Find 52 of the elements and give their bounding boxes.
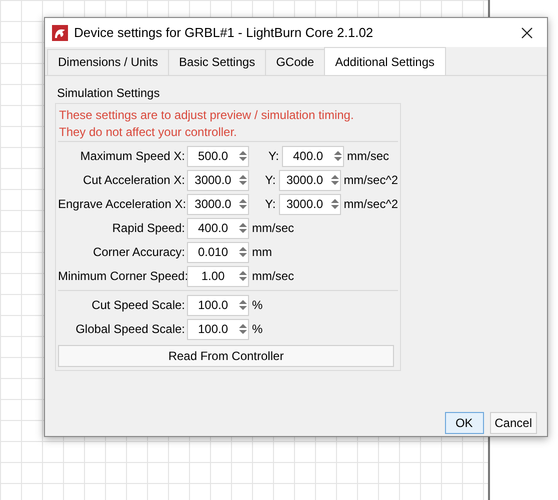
group-title: Simulation Settings <box>57 86 161 100</box>
unit-label: mm/sec^2 <box>344 173 398 187</box>
field-label: Global Speed Scale: <box>74 322 186 336</box>
number-field[interactable]: 500.0 <box>187 146 249 166</box>
dialog-button[interactable]: OK <box>444 412 484 434</box>
field-label: Cut Acceleration X: <box>82 173 186 187</box>
unit-label: mm/sec <box>347 149 389 163</box>
number-field[interactable]: 3000.0 <box>278 194 341 214</box>
field-label: Corner Accuracy: <box>92 245 186 259</box>
tab[interactable]: Dimensions / Units <box>47 49 170 75</box>
spin-arrows-icon <box>238 298 248 312</box>
number-field[interactable]: 100.0 <box>187 294 249 316</box>
number-field[interactable]: 3000.0 <box>187 194 249 214</box>
spin-arrows-icon <box>238 149 248 163</box>
field-label: Y: <box>267 149 280 163</box>
number-field[interactable]: 0.010 <box>187 242 249 262</box>
unit-label: % <box>252 298 263 312</box>
number-field[interactable]: 100.0 <box>187 318 249 340</box>
dialog-button[interactable]: Cancel <box>490 412 537 434</box>
spin-arrows-icon <box>238 221 248 235</box>
warning-text: These settings are to adjust preview / simulation timing. <box>59 107 355 124</box>
field-label: Engrave Acceleration X: <box>58 197 187 211</box>
spin-arrows-icon <box>330 197 340 211</box>
field-label: Minimum Corner Speed: <box>58 269 187 283</box>
spin-arrows-icon <box>330 173 340 187</box>
field-label: Y: <box>264 173 277 187</box>
close-icon <box>521 26 533 38</box>
unit-label: mm/sec <box>252 269 294 283</box>
number-field[interactable]: 3000.0 <box>187 170 249 190</box>
warning-text: They do not affect your controller. <box>59 124 238 141</box>
read-from-controller-button[interactable]: Read From Controller <box>58 345 394 367</box>
spin-arrows-icon <box>238 322 248 336</box>
number-field[interactable]: 400.0 <box>187 218 249 238</box>
spin-arrows-icon <box>238 197 248 211</box>
spin-arrows-icon <box>333 149 343 163</box>
field-label: Cut Speed Scale: <box>90 298 186 312</box>
field-label: Y: <box>264 197 277 211</box>
window-title: Device settings for GRBL#1 - LightBurn Core 2.1.02 <box>74 25 374 40</box>
number-field[interactable]: 1.00 <box>187 266 249 286</box>
number-field[interactable]: 400.0 <box>282 146 344 166</box>
spin-arrows-icon <box>238 245 248 259</box>
spin-arrows-icon <box>238 173 248 187</box>
unit-label: mm/sec <box>252 221 294 235</box>
field-label: Rapid Speed: <box>111 221 186 235</box>
unit-label: mm <box>252 245 272 259</box>
field-label: Maximum Speed X: <box>79 149 186 163</box>
tab[interactable]: Additional Settings <box>324 47 446 75</box>
unit-label: mm/sec^2 <box>344 197 398 211</box>
app-logo-icon <box>52 24 68 40</box>
spin-arrows-icon <box>238 269 248 283</box>
number-field[interactable]: 3000.0 <box>278 170 341 190</box>
unit-label: % <box>252 322 263 336</box>
